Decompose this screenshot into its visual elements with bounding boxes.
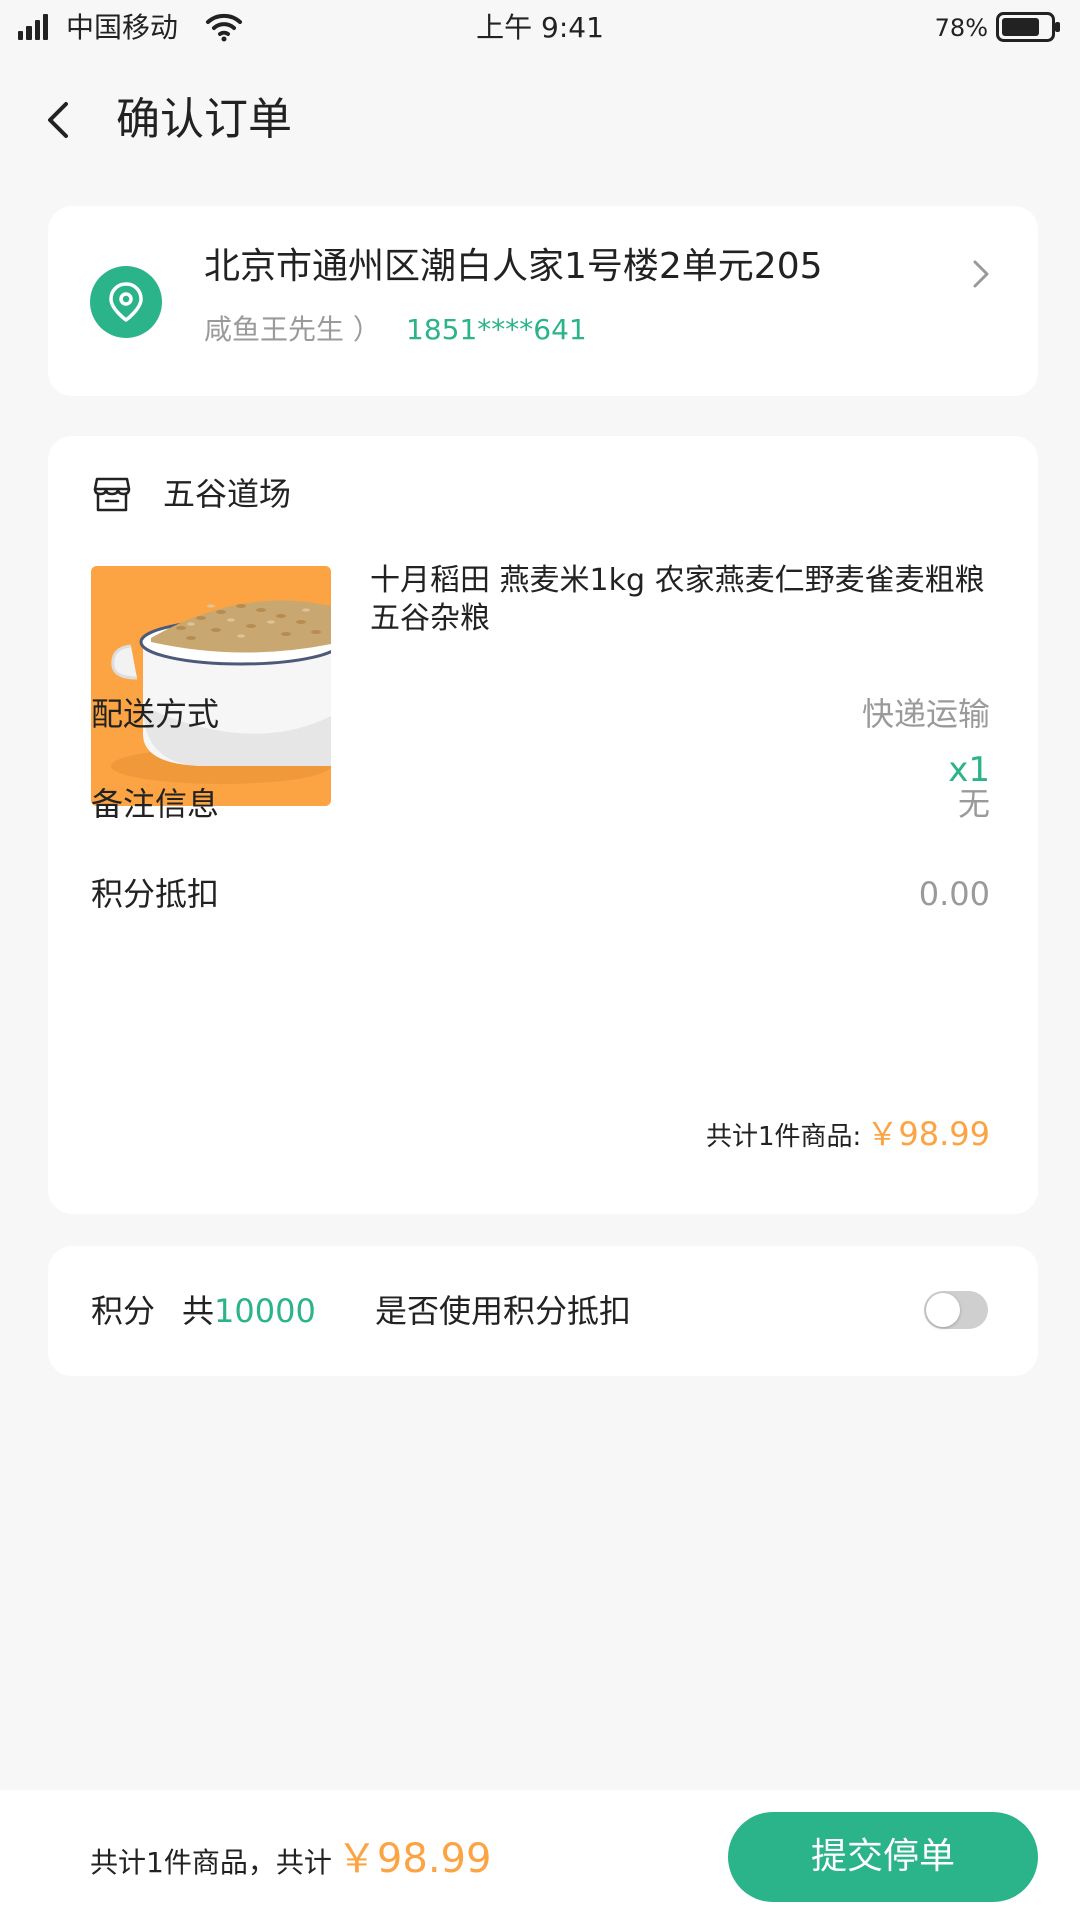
use-points-toggle[interactable] [924,1291,988,1329]
submit-order-button[interactable]: 提交停单 [728,1812,1038,1902]
order-confirm-page: 中国移动 上午 9:41 78% 确认订单 北京市通州区潮白人家1号楼2单元20… [0,0,1080,1920]
recipient-name: 咸鱼王先生 ） [204,313,381,346]
bottom-bar: 共计1件商品，共计 ￥98.99 提交停单 [0,1790,1080,1920]
address-card[interactable]: 北京市通州区潮白人家1号楼2单元205 咸鱼王先生 ） 1851****641 [48,206,1038,396]
points-deduction-value: 0.00 [918,875,990,913]
points-label: 积分 [91,1292,156,1330]
use-points-question: 是否使用积分抵扣 [375,1292,632,1330]
address-text: 北京市通州区潮白人家1号楼2单元205 [204,246,823,287]
order-total: 共计1件商品: ￥98.99 [706,1112,990,1162]
bottom-summary-label: 共计1件商品，共计 [90,1846,332,1879]
remark-value[interactable]: 无 [958,782,990,826]
recipient-phone: 1851****641 [406,313,587,346]
remark-label: 备注信息 [91,785,220,823]
page-title: 确认订单 [116,94,292,145]
status-bar: 中国移动 上午 9:41 78% [0,0,1080,56]
bottom-total-price: ￥98.99 [336,1836,492,1882]
status-time: 上午 9:41 [476,11,604,44]
points-prefix: 共 [182,1292,215,1330]
points-total: 10000 [214,1292,316,1330]
product-image[interactable] [91,566,331,806]
chevron-left-icon[interactable] [38,98,82,142]
delivery-method-label: 配送方式 [91,695,220,733]
product-title[interactable]: 十月稻田 燕麦米1kg 农家燕麦仁野麦雀麦粗粮五谷杂粮 [370,562,990,638]
battery-percent: 78% [934,14,988,42]
order-card: 五谷道场 十月稻田 燕麦米1kg 农家燕麦仁野麦雀麦粗粮五谷杂粮 x1 配送方式… [48,436,1038,1214]
chevron-right-icon [973,260,989,288]
order-total-label: 共计1件商品: [705,1122,862,1152]
toggle-knob [926,1293,960,1327]
shop-name: 五谷道场 [163,475,292,513]
points-balance: 共10000 [182,1289,316,1333]
header: 确认订单 [0,80,1080,160]
store-icon [93,477,131,512]
battery-icon [996,12,1060,42]
bottom-summary: 共计1件商品，共计 ￥98.99 [90,1834,491,1892]
delivery-method-value[interactable]: 快递运输 [862,692,990,736]
points-deduction-label: 积分抵扣 [91,875,220,913]
location-pin-icon [90,266,162,338]
order-total-price: ￥98.99 [866,1115,990,1153]
oat-bowl-image [91,566,331,806]
points-card: 积分 共10000 是否使用积分抵扣 [48,1246,1038,1376]
